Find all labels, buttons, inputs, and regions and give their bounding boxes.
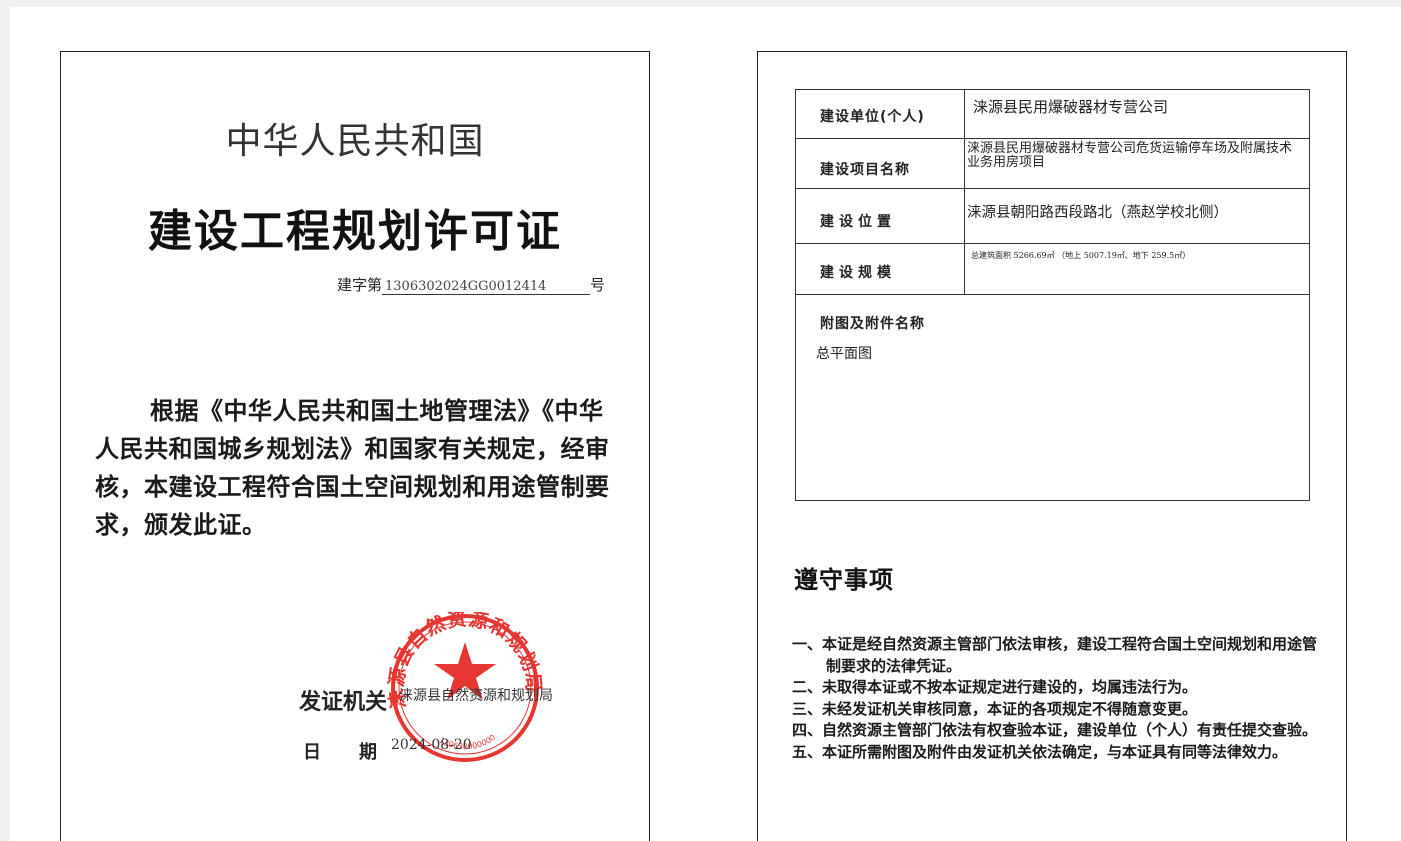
country-name: 中华人民共和国	[225, 121, 485, 162]
cert-number-suffix: 号	[590, 276, 606, 294]
row-label-cell: 建设规模	[795, 243, 965, 295]
scale-label: 建设规模	[820, 265, 896, 281]
row-label-cell: 建设位置	[795, 188, 965, 244]
notes-list: 一、本证是经自然资源主管部门依法审核，建设工程符合国土空间规划和用途管制要求的法…	[792, 634, 1317, 763]
table-row: 建设规模 总建筑面积 5266.69㎡ （地上 5007.19㎡、地下 259.…	[795, 243, 1310, 295]
location-label: 建设位置	[820, 214, 896, 230]
location-value: 涞源县朝阳路西段路北（燕赵学校北侧）	[967, 205, 1228, 221]
project-name-value: 涞源县民用爆破器材专营公司危货运输停车场及附属技术业务用房项目	[967, 141, 1293, 170]
row-label-cell: 建设单位(个人)	[795, 89, 965, 139]
note-item: 四、自然资源主管部门依法有权查验本证，建设单位（个人）有责任提交查验。	[792, 721, 1318, 739]
certificate-cover-page: 中华人民共和国 建设工程规划许可证 建字第 1306302024GG0012414…	[60, 51, 650, 841]
note-item: 五、本证所需附图及附件由发证机关依法确定，与本证具有同等法律效力。	[792, 742, 1288, 761]
construction-unit-value: 涞源县民用爆破器材专营公司	[973, 98, 1169, 116]
attachments-value: 总平面图	[816, 346, 872, 362]
cert-number-prefix: 建字第	[337, 276, 383, 294]
row-value-cell: 总建筑面积 5266.69㎡ （地上 5007.19㎡、地下 259.5㎡）	[964, 243, 1310, 295]
table-row: 建设位置 涞源县朝阳路西段路北（燕赵学校北侧）	[795, 188, 1310, 244]
certificate-number: 建字第 1306302024GG0012414 号	[337, 274, 605, 295]
note-item: 一、本证是经自然资源主管部门依法审核，建设工程符合国土空间规划和用途管制要求的法…	[792, 635, 1318, 675]
cert-number-value: 1306302024GG0012414	[382, 279, 591, 295]
project-name-label: 建设项目名称	[820, 162, 910, 178]
row-value-cell: 涞源县朝阳路西段路北（燕赵学校北侧）	[964, 188, 1310, 244]
note-item: 三、未经发证机关审核同意，本证的各项规定不得随意变更。	[792, 699, 1198, 718]
row-value-cell: 涞源县民用爆破器材专营公司危货运输停车场及附属技术业务用房项目	[964, 138, 1310, 189]
scale-value: 总建筑面积 5266.69㎡ （地上 5007.19㎡、地下 259.5㎡）	[971, 251, 1191, 260]
certificate-title: 建设工程规划许可证	[148, 206, 562, 257]
certificate-body-text: 根据《中华人民共和国土地管理法》《中华人民共和国城乡规划法》和国家有关规定，经审…	[95, 397, 610, 539]
table-row: 建设单位(个人) 涞源县民用爆破器材专营公司	[795, 89, 1310, 139]
issuer-label: 发证机关	[299, 690, 388, 715]
project-info-table: 建设单位(个人) 涞源县民用爆破器材专营公司 建设项目名称 涞源县民用爆破器材专…	[795, 89, 1310, 501]
table-row: 附图及附件名称 总平面图	[795, 294, 1310, 501]
certificate-details-page: 建设单位(个人) 涞源县民用爆破器材专营公司 建设项目名称 涞源县民用爆破器材专…	[757, 51, 1347, 841]
issuer-value: 涞源县自然资源和规划局	[399, 688, 553, 704]
row-value-cell: 涞源县民用爆破器材专营公司	[964, 89, 1310, 139]
attachments-cell: 附图及附件名称 总平面图	[795, 294, 1310, 501]
row-label-cell: 建设项目名称	[795, 138, 965, 189]
date-value: 2024-08-20	[391, 737, 472, 753]
note-item: 二、未取得本证或不按本证规定进行建设的，均属违法行为。	[792, 678, 1198, 696]
attachments-label: 附图及附件名称	[820, 316, 925, 332]
table-row: 建设项目名称 涞源县民用爆破器材专营公司危货运输停车场及附属技术业务用房项目	[795, 138, 1310, 189]
construction-unit-label: 建设单位(个人)	[820, 109, 925, 125]
notes-title: 遵守事项	[794, 566, 894, 594]
